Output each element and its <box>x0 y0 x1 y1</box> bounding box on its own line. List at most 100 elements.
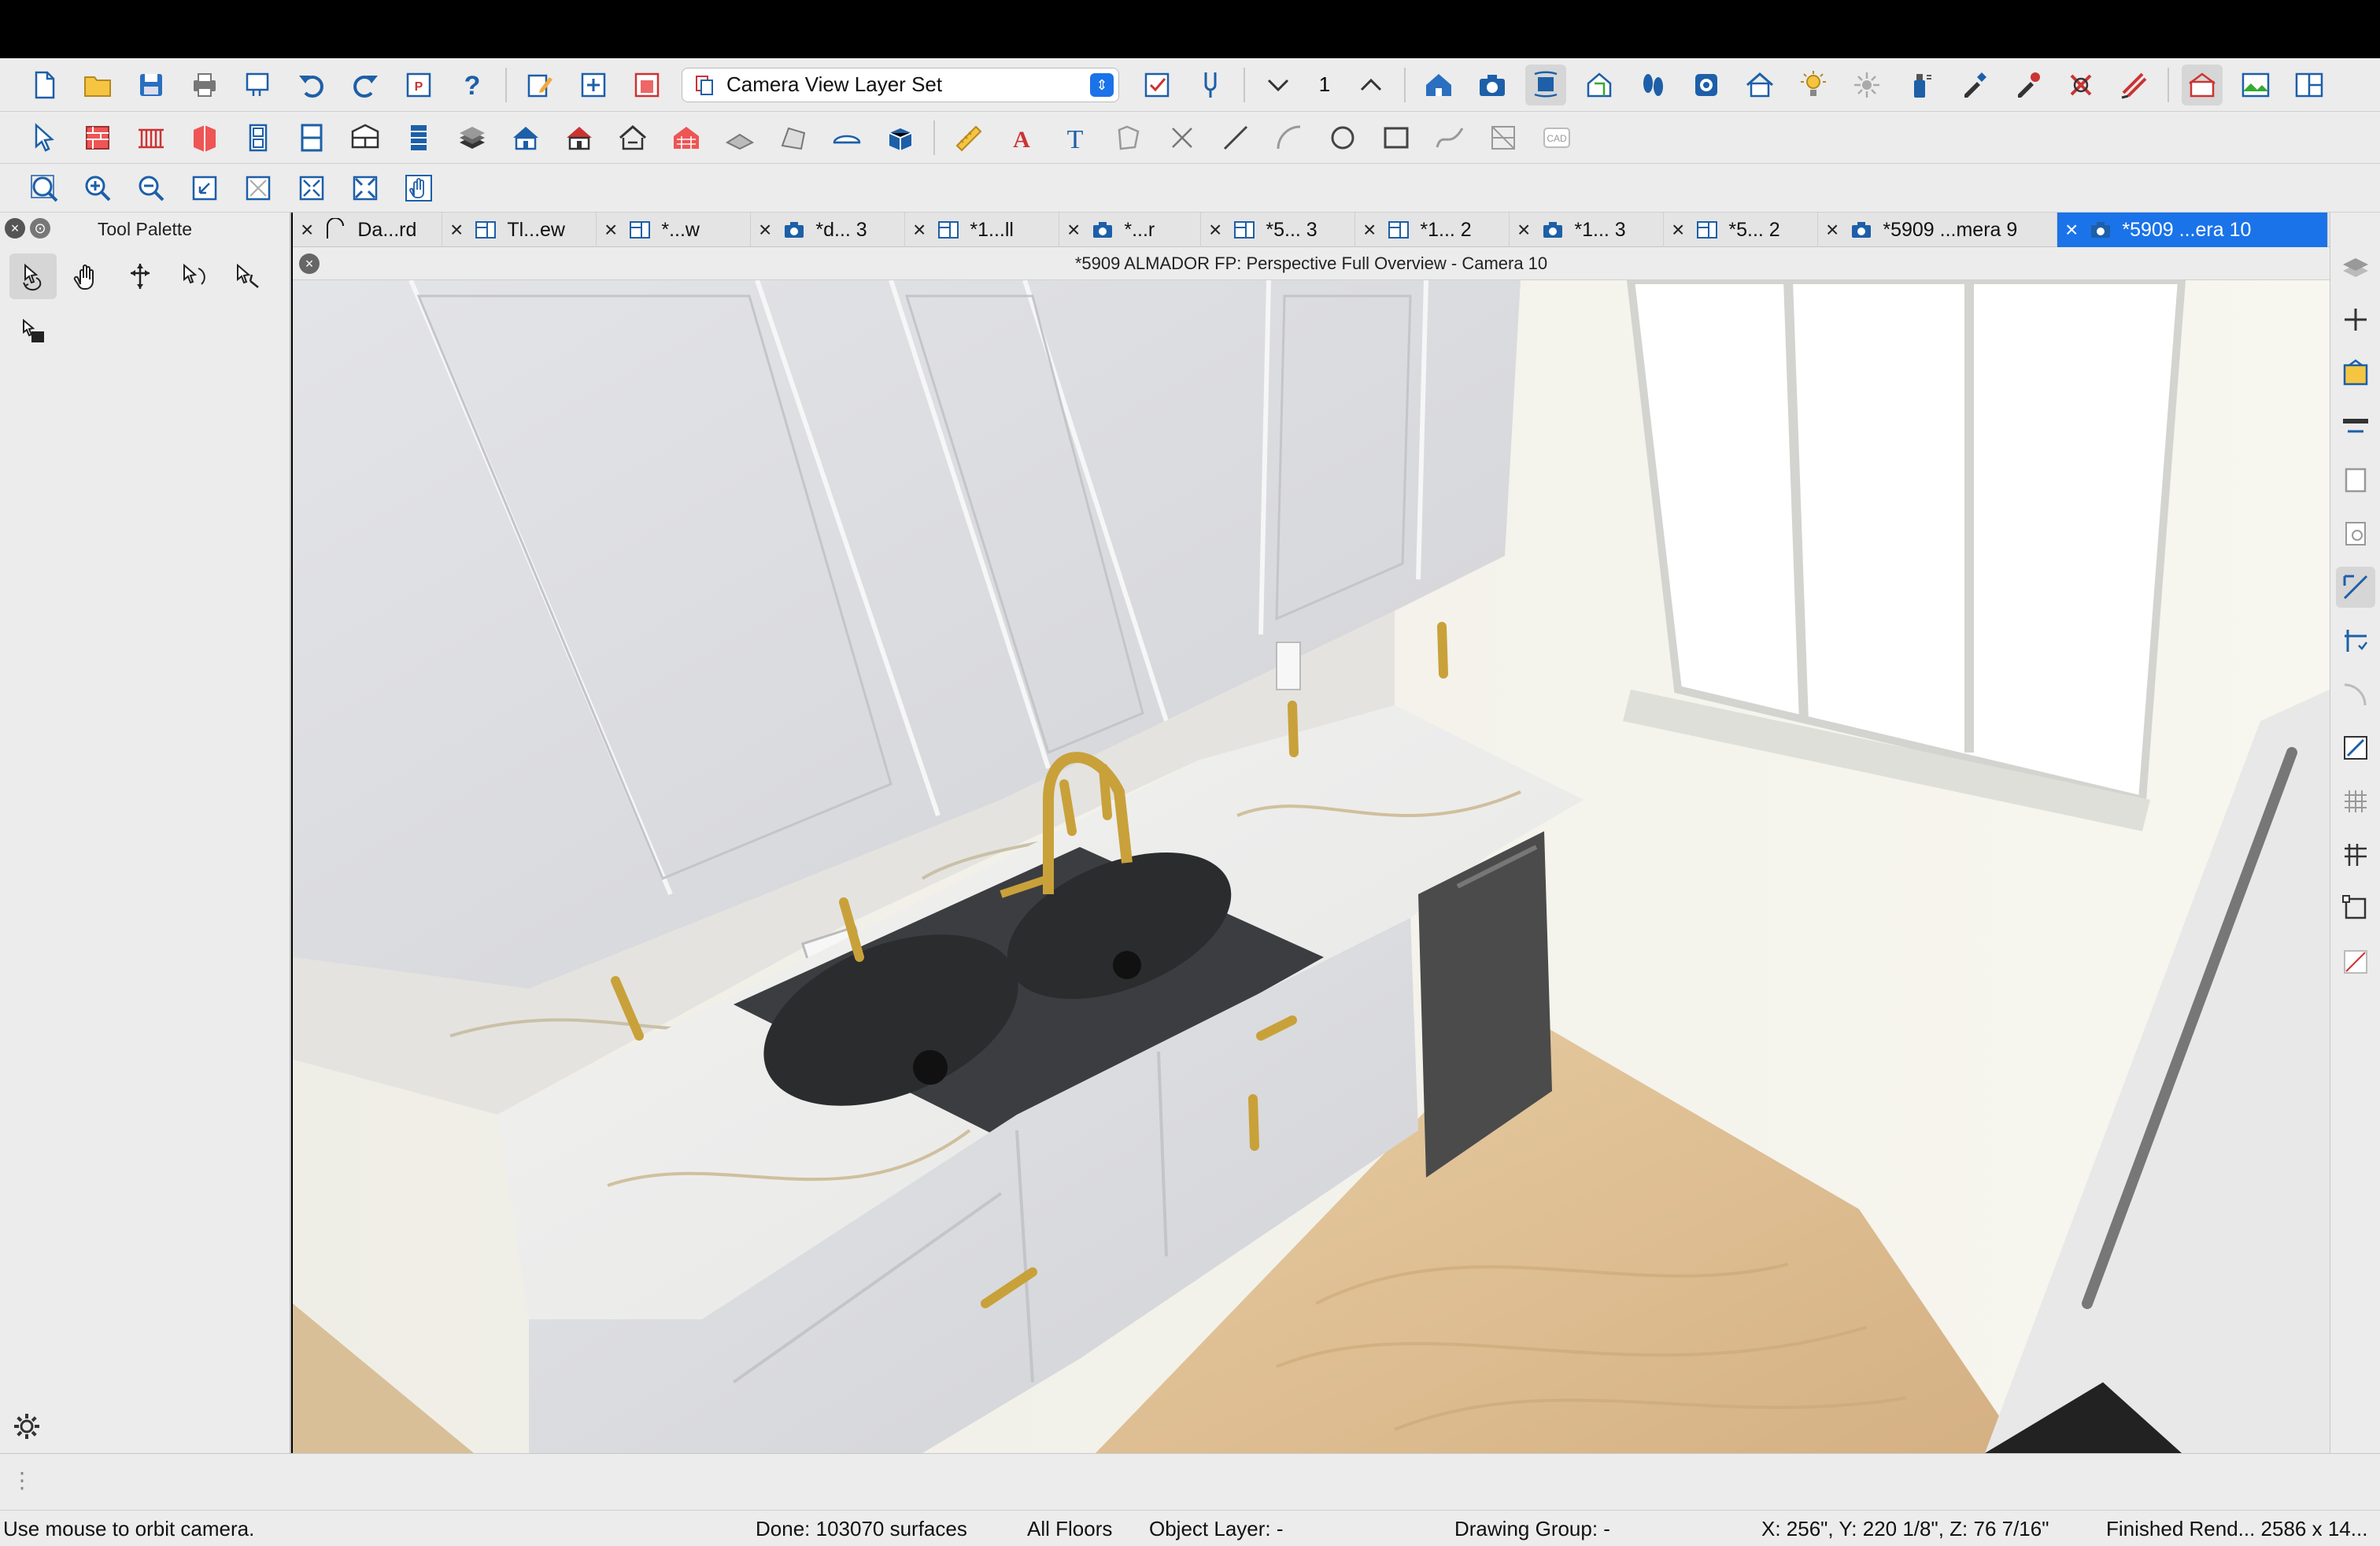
preferences-icon[interactable]: P <box>398 65 439 105</box>
dimension-icon[interactable] <box>948 117 989 158</box>
dimension-check-icon[interactable] <box>2335 567 2375 608</box>
line-tool-icon[interactable] <box>1215 117 1256 158</box>
rotate-camera-icon[interactable] <box>224 253 271 299</box>
door-tool-icon[interactable] <box>238 117 279 158</box>
layer-display-options-icon[interactable] <box>1136 65 1177 105</box>
grid-check-2-icon[interactable] <box>2336 834 2375 875</box>
arc-check-icon[interactable] <box>2336 674 2375 715</box>
view-tab[interactable]: × *5909 ...mera 9 <box>1818 213 2057 247</box>
spray-can-icon[interactable] <box>1900 65 1941 105</box>
sun-angle-icon[interactable] <box>1846 65 1887 105</box>
delete-view-icon[interactable] <box>626 65 667 105</box>
railing-icon[interactable] <box>131 117 172 158</box>
rectangle-tool-icon[interactable] <box>1376 117 1417 158</box>
print-icon[interactable] <box>184 65 225 105</box>
floor-up-icon[interactable] <box>1351 65 1391 105</box>
brick-house-icon[interactable] <box>666 117 707 158</box>
wall-display-icon[interactable] <box>2336 406 2375 447</box>
fill-window-icon[interactable] <box>238 168 279 209</box>
view-tab[interactable]: × *...w <box>597 213 751 247</box>
open-folder-icon[interactable] <box>77 65 118 105</box>
print-preview-icon[interactable] <box>238 65 279 105</box>
view-tab[interactable]: × *...r <box>1059 213 1201 247</box>
shape-3d-icon[interactable] <box>773 117 814 158</box>
home-view-icon[interactable] <box>1739 65 1780 105</box>
close-tab-icon[interactable]: × <box>1517 217 1530 242</box>
help-icon[interactable]: ? <box>452 65 493 105</box>
cabinet-build-icon[interactable] <box>345 117 386 158</box>
cad-block-icon[interactable] <box>1483 117 1524 158</box>
draw-walls-icon[interactable] <box>77 117 118 158</box>
arc-tool-icon[interactable] <box>1269 117 1310 158</box>
zoom-out-icon[interactable] <box>131 168 172 209</box>
house-plan-icon[interactable] <box>1418 65 1459 105</box>
select-objects-icon[interactable] <box>24 117 65 158</box>
orbit-camera-icon[interactable] <box>1525 64 1566 105</box>
search-doc-icon[interactable] <box>2336 513 2375 554</box>
add-icon[interactable] <box>2336 299 2375 340</box>
text-arrow-icon[interactable]: A <box>1001 117 1042 158</box>
close-tab-icon[interactable]: × <box>1363 217 1376 242</box>
layers-icon[interactable] <box>2336 246 2375 287</box>
layers-stack-icon[interactable] <box>452 117 493 158</box>
zoom-in-icon[interactable] <box>77 168 118 209</box>
gear-icon[interactable] <box>8 1407 46 1445</box>
building-icon[interactable] <box>559 117 600 158</box>
object-snap-icon[interactable] <box>2336 888 2375 929</box>
orbit-tool-icon[interactable] <box>9 253 57 299</box>
lighting-icon[interactable] <box>1793 65 1834 105</box>
new-file-icon[interactable] <box>24 65 65 105</box>
cabinet-tool-icon[interactable] <box>184 117 225 158</box>
close-tab-icon[interactable]: × <box>450 217 463 242</box>
undo-icon[interactable] <box>291 65 332 105</box>
grid-check-icon[interactable] <box>2336 620 2375 661</box>
view-tab[interactable]: × *1...ll <box>905 213 1059 247</box>
close-tab-icon[interactable]: × <box>1067 217 1080 242</box>
terrain-icon[interactable] <box>719 117 760 158</box>
fill-style-icon[interactable] <box>1190 65 1231 105</box>
material-painter-off-icon[interactable] <box>2060 65 2101 105</box>
frame-icon[interactable] <box>2336 460 2375 501</box>
window-tool-icon[interactable] <box>291 117 332 158</box>
camera-icon[interactable] <box>1472 65 1513 105</box>
pan-window-icon[interactable] <box>398 168 439 209</box>
render-camera-icon[interactable] <box>1686 65 1727 105</box>
edit-object-icon[interactable] <box>519 65 560 105</box>
angle-check-icon[interactable] <box>2336 727 2375 768</box>
tilt-camera-icon[interactable] <box>170 253 217 299</box>
drag-handle-icon[interactable]: ⋮ <box>11 1470 33 1492</box>
close-tab-icon[interactable]: × <box>2065 217 2078 242</box>
cad-detail-icon[interactable]: CAD <box>1536 117 1577 158</box>
camera-position-icon[interactable] <box>9 309 57 354</box>
close-tab-icon[interactable]: × <box>301 217 313 242</box>
redo-icon[interactable] <box>345 65 386 105</box>
save-icon[interactable] <box>131 65 172 105</box>
close-tab-icon[interactable]: × <box>1209 217 1221 242</box>
library-icon[interactable] <box>2336 353 2375 394</box>
close-tab-icon[interactable]: × <box>913 217 926 242</box>
fill-window-building-icon[interactable] <box>291 168 332 209</box>
stairs-icon[interactable] <box>398 117 439 158</box>
fill-window-all-icon[interactable] <box>345 168 386 209</box>
cad-shape-icon[interactable] <box>1108 117 1149 158</box>
dollhouse-view-icon[interactable] <box>2182 64 2223 105</box>
close-tab-icon[interactable]: × <box>604 217 617 242</box>
angle-snap-icon[interactable] <box>2336 941 2375 982</box>
image-view-icon[interactable] <box>2235 65 2276 105</box>
view-tab[interactable]: × *d... 3 <box>751 213 905 247</box>
spline-tool-icon[interactable] <box>1429 117 1470 158</box>
view-tab[interactable]: × *5... 2 <box>1664 213 1818 247</box>
close-tab-icon[interactable]: × <box>759 217 771 242</box>
close-tab-icon[interactable]: × <box>1672 217 1684 242</box>
floor-down-icon[interactable] <box>1258 65 1299 105</box>
zoom-window-icon[interactable] <box>24 168 65 209</box>
adjust-material-icon[interactable] <box>2007 65 2048 105</box>
material-eyedropper-icon[interactable] <box>1953 65 1994 105</box>
view-tab[interactable]: × *1... 2 <box>1355 213 1510 247</box>
hatch-icon[interactable] <box>2114 65 2155 105</box>
elevation-camera-icon[interactable] <box>1579 65 1620 105</box>
roof-tool-icon[interactable] <box>505 117 546 158</box>
layer-set-dropdown[interactable]: Camera View Layer Set ⇕ <box>682 67 1119 102</box>
circle-tool-icon[interactable] <box>1322 117 1363 158</box>
undo-zoom-icon[interactable] <box>184 168 225 209</box>
